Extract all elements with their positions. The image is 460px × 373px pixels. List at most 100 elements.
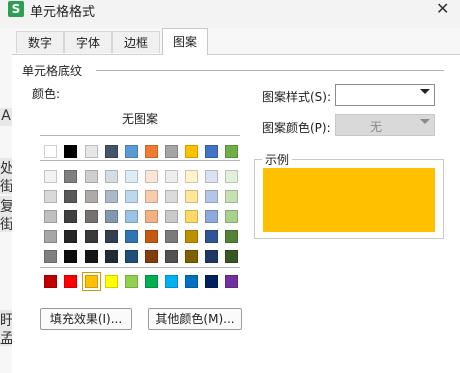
palette-divider-top	[40, 135, 240, 136]
color-swatch[interactable]	[44, 210, 57, 223]
color-swatch[interactable]	[225, 210, 238, 223]
pattern-style-dropdown[interactable]	[335, 84, 435, 106]
color-swatch[interactable]	[145, 190, 158, 203]
color-swatch[interactable]	[185, 170, 198, 183]
color-swatch[interactable]	[205, 275, 218, 288]
color-swatch[interactable]	[145, 210, 158, 223]
color-swatch[interactable]	[44, 275, 57, 288]
color-swatch[interactable]	[125, 145, 138, 158]
color-swatch[interactable]	[125, 170, 138, 183]
color-swatch[interactable]	[125, 250, 138, 263]
color-swatch[interactable]	[185, 230, 198, 243]
app-icon: S	[8, 1, 24, 17]
color-swatch[interactable]	[64, 170, 77, 183]
color-swatch[interactable]	[105, 210, 118, 223]
color-swatch[interactable]	[125, 210, 138, 223]
pattern-color-label: 图案颜色(P):	[262, 121, 331, 135]
color-swatch[interactable]	[85, 250, 98, 263]
tab-number[interactable]: 数字	[16, 31, 64, 53]
color-swatch[interactable]	[105, 230, 118, 243]
color-swatch[interactable]	[64, 210, 77, 223]
more-colors-button[interactable]: 其他颜色(M)...	[148, 308, 242, 330]
color-swatch[interactable]	[165, 170, 178, 183]
color-swatch[interactable]	[125, 275, 138, 288]
color-swatch[interactable]	[225, 275, 238, 288]
color-swatch[interactable]	[165, 275, 178, 288]
example-preview-box	[254, 159, 444, 239]
color-swatch[interactable]	[225, 190, 238, 203]
tab-border[interactable]: 边框	[112, 31, 160, 53]
color-swatch[interactable]	[185, 275, 198, 288]
section-divider	[96, 70, 444, 71]
color-swatch[interactable]	[165, 250, 178, 263]
color-swatch[interactable]	[145, 275, 158, 288]
color-swatch[interactable]	[205, 170, 218, 183]
window-title: 单元格格式	[30, 5, 96, 20]
color-swatch[interactable]	[105, 275, 118, 288]
color-swatch[interactable]	[225, 170, 238, 183]
example-preview-fill	[263, 168, 435, 232]
color-swatch[interactable]	[85, 230, 98, 243]
close-icon[interactable]: ✕	[436, 0, 449, 18]
background-char: 街	[0, 214, 14, 233]
color-swatch[interactable]	[205, 190, 218, 203]
color-swatch[interactable]	[64, 250, 77, 263]
color-swatch[interactable]	[185, 250, 198, 263]
color-swatch[interactable]	[165, 145, 178, 158]
color-swatch[interactable]	[85, 145, 98, 158]
background-char: 复	[0, 196, 14, 215]
color-swatch[interactable]	[44, 190, 57, 203]
palette-divider-mid	[40, 160, 240, 161]
color-swatch[interactable]	[85, 170, 98, 183]
pattern-color-value: 无	[369, 120, 382, 134]
color-swatch[interactable]	[105, 170, 118, 183]
color-swatch[interactable]	[185, 210, 198, 223]
title-bar: S 单元格格式 ✕	[0, 0, 460, 28]
color-swatch[interactable]	[85, 190, 98, 203]
color-swatch[interactable]	[165, 210, 178, 223]
color-swatch[interactable]	[85, 210, 98, 223]
color-swatch[interactable]	[44, 250, 57, 263]
color-swatch[interactable]	[205, 145, 218, 158]
color-swatch[interactable]	[125, 190, 138, 203]
pattern-style-label: 图案样式(S):	[262, 90, 332, 104]
color-swatch[interactable]	[105, 145, 118, 158]
color-label: 颜色:	[32, 87, 61, 101]
fill-effects-button[interactable]: 填充效果(I)...	[40, 308, 132, 330]
color-swatch[interactable]	[145, 145, 158, 158]
color-swatch[interactable]	[185, 145, 198, 158]
color-swatch[interactable]	[64, 275, 77, 288]
color-swatch[interactable]	[225, 250, 238, 263]
color-swatch[interactable]	[64, 190, 77, 203]
background-char: 处	[0, 158, 14, 177]
color-swatch[interactable]	[225, 145, 238, 158]
chevron-down-icon	[420, 119, 430, 124]
color-swatch[interactable]	[225, 230, 238, 243]
color-swatch[interactable]	[145, 170, 158, 183]
background-char: 盱	[0, 310, 14, 329]
color-swatch[interactable]	[145, 250, 158, 263]
no-pattern-option[interactable]: 无图案	[122, 110, 158, 127]
color-swatch[interactable]	[145, 230, 158, 243]
color-swatch[interactable]	[205, 250, 218, 263]
palette-divider-bottom	[40, 267, 240, 268]
chevron-down-icon	[420, 89, 430, 94]
color-swatch[interactable]	[105, 190, 118, 203]
color-swatch[interactable]	[82, 272, 101, 291]
color-swatch[interactable]	[205, 210, 218, 223]
color-swatch[interactable]	[44, 145, 57, 158]
color-swatch[interactable]	[44, 170, 57, 183]
color-swatch[interactable]	[64, 230, 77, 243]
color-swatch[interactable]	[125, 230, 138, 243]
color-swatch[interactable]	[44, 230, 57, 243]
color-swatch[interactable]	[185, 190, 198, 203]
color-swatch[interactable]	[165, 230, 178, 243]
tab-font[interactable]: 字体	[64, 31, 112, 53]
color-swatch[interactable]	[64, 145, 77, 158]
color-swatch[interactable]	[105, 250, 118, 263]
color-swatch[interactable]	[205, 230, 218, 243]
pattern-color-dropdown[interactable]: 无	[335, 114, 435, 136]
tab-pattern[interactable]: 图案	[162, 28, 208, 55]
example-label: 示例	[262, 151, 293, 168]
color-swatch[interactable]	[165, 190, 178, 203]
